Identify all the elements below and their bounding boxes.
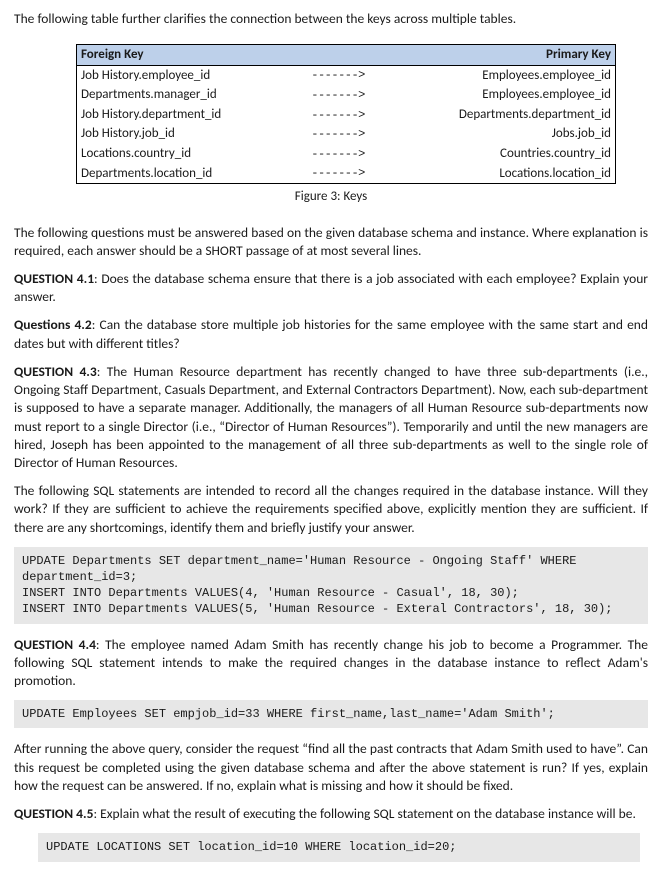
- th-arrow: [274, 45, 402, 66]
- question-4-3: QUESTION 4.3: The Human Resource departm…: [14, 363, 648, 472]
- q42-label: Questions 4.2: [14, 316, 92, 333]
- fk-cell: Departments.manager_id: [77, 85, 275, 105]
- table-row: Job History.department_id------->Departm…: [77, 105, 616, 125]
- fk-cell: Departments.location_id: [77, 164, 275, 184]
- arrow-cell: ------->: [274, 105, 402, 125]
- keys-table: Foreign Key Primary Key Job History.empl…: [76, 44, 616, 184]
- pk-cell: Locations.location_id: [402, 164, 615, 184]
- q41-label: QUESTION 4.1: [14, 270, 94, 287]
- q43-followup: The following SQL statements are intende…: [14, 482, 648, 537]
- intro-text: The following table further clarifies th…: [14, 10, 648, 28]
- th-primary-key: Primary Key: [402, 45, 615, 66]
- q44-text: : The employee named Adam Smith has rece…: [14, 636, 648, 689]
- pk-cell: Employees.employee_id: [402, 65, 615, 85]
- code-block-q45: UPDATE LOCATIONS SET location_id=10 WHER…: [38, 833, 640, 861]
- fk-cell: Locations.country_id: [77, 144, 275, 164]
- q45-label: QUESTION 4.5: [14, 805, 93, 822]
- question-4-4: QUESTION 4.4: The employee named Adam Sm…: [14, 636, 648, 691]
- arrow-cell: ------->: [274, 144, 402, 164]
- question-4-2: Questions 4.2: Can the database store mu…: [14, 316, 648, 352]
- th-foreign-key: Foreign Key: [77, 45, 275, 66]
- table-row: Departments.location_id------->Locations…: [77, 164, 616, 184]
- arrow-cell: ------->: [274, 65, 402, 85]
- fk-cell: Job History.job_id: [77, 124, 275, 144]
- q43-label: QUESTION 4.3: [14, 363, 97, 380]
- arrow-cell: ------->: [274, 124, 402, 144]
- fk-cell: Job History.department_id: [77, 105, 275, 125]
- figure-caption: Figure 3: Keys: [14, 188, 648, 206]
- q43-text: : The Human Resource department has rece…: [14, 363, 648, 471]
- table-row: Job History.job_id------->Jobs.job_id: [77, 124, 616, 144]
- arrow-cell: ------->: [274, 85, 402, 105]
- table-row: Locations.country_id------->Countries.co…: [77, 144, 616, 164]
- q45-text: : Explain what the result of executing t…: [93, 805, 635, 822]
- q42-text: : Can the database store multiple job hi…: [14, 316, 648, 351]
- q41-text: : Does the database schema ensure that t…: [14, 270, 648, 305]
- q44-followup: After running the above query, consider …: [14, 740, 648, 795]
- code-block-q43: UPDATE Departments SET department_name='…: [14, 547, 648, 624]
- keys-table-wrap: Foreign Key Primary Key Job History.empl…: [76, 44, 648, 184]
- table-row: Departments.manager_id------->Employees.…: [77, 85, 616, 105]
- question-4-1: QUESTION 4.1: Does the database schema e…: [14, 270, 648, 306]
- pk-cell: Departments.department_id: [402, 105, 615, 125]
- question-4-5: QUESTION 4.5: Explain what the result of…: [14, 805, 648, 823]
- table-row: Job History.employee_id------->Employees…: [77, 65, 616, 85]
- fk-cell: Job History.employee_id: [77, 65, 275, 85]
- pk-cell: Jobs.job_id: [402, 124, 615, 144]
- instructions-text: The following questions must be answered…: [14, 224, 648, 260]
- code-block-q44: UPDATE Employees SET empjob_id=33 WHERE …: [14, 700, 648, 728]
- q44-label: QUESTION 4.4: [14, 636, 96, 653]
- pk-cell: Countries.country_id: [402, 144, 615, 164]
- pk-cell: Employees.employee_id: [402, 85, 615, 105]
- arrow-cell: ------->: [274, 164, 402, 184]
